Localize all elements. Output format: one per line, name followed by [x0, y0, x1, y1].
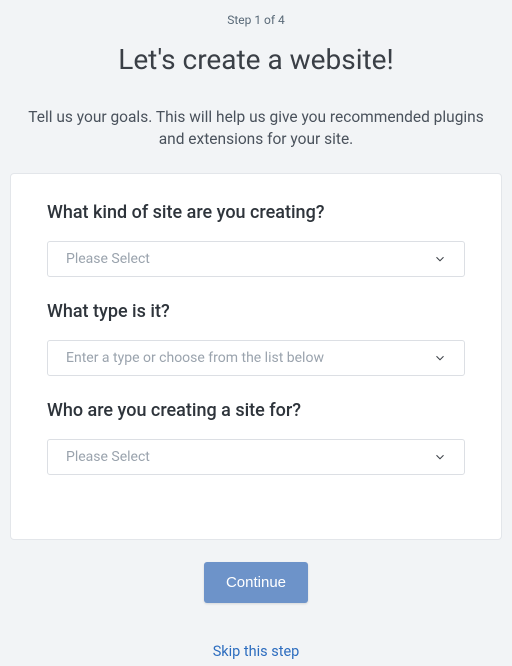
- step-indicator: Step 1 of 4: [10, 0, 502, 35]
- select-input-site-type[interactable]: Enter a type or choose from the list bel…: [47, 340, 465, 376]
- select-site-for[interactable]: Please Select: [47, 439, 465, 475]
- page-container: Step 1 of 4 Let's create a website! Tell…: [0, 0, 512, 660]
- continue-button[interactable]: Continue: [204, 562, 308, 603]
- skip-step-link[interactable]: Skip this step: [10, 643, 502, 660]
- select-site-kind[interactable]: Please Select: [47, 241, 465, 277]
- page-subtitle: Tell us your goals. This will help us gi…: [10, 106, 502, 151]
- select-site-type[interactable]: Enter a type or choose from the list bel…: [47, 340, 465, 376]
- select-input-site-kind[interactable]: Please Select: [47, 241, 465, 277]
- field-site-type: What type is it? Enter a type or choose …: [47, 301, 465, 376]
- form-card: What kind of site are you creating? Plea…: [10, 173, 502, 540]
- field-label-site-type: What type is it?: [47, 301, 465, 322]
- field-site-for: Who are you creating a site for? Please …: [47, 400, 465, 475]
- page-title: Let's create a website!: [10, 43, 502, 76]
- field-label-site-kind: What kind of site are you creating?: [47, 202, 465, 223]
- field-label-site-for: Who are you creating a site for?: [47, 400, 465, 421]
- actions: Continue Skip this step: [10, 562, 502, 660]
- select-input-site-for[interactable]: Please Select: [47, 439, 465, 475]
- field-site-kind: What kind of site are you creating? Plea…: [47, 202, 465, 277]
